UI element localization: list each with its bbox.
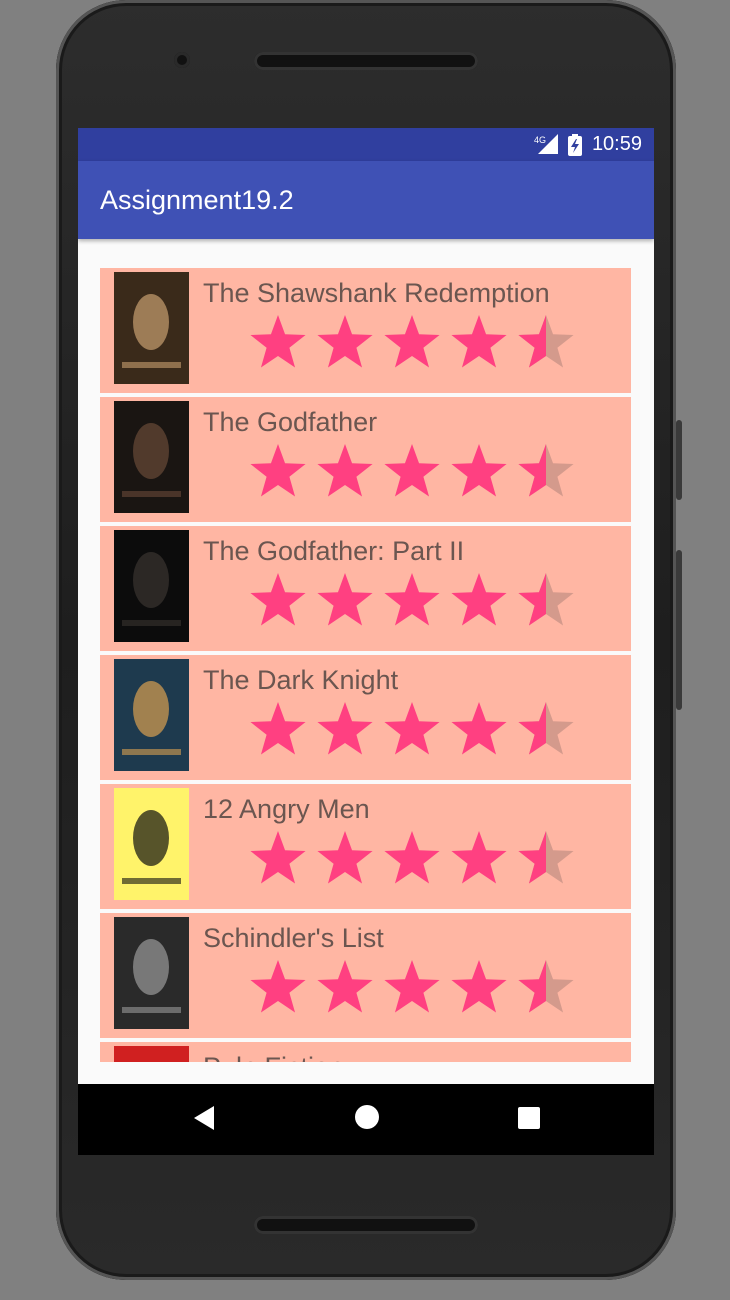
movie-title: The Shawshank Redemption xyxy=(203,278,550,308)
signal-icon: 4G xyxy=(534,134,558,159)
screen: 4G 10:59 Assignment19.2 The Shawshank Re… xyxy=(78,128,654,1155)
battery-icon xyxy=(568,134,582,161)
status-bar: 4G 10:59 xyxy=(78,128,654,161)
navigation-bar xyxy=(78,1084,654,1155)
star-icon xyxy=(451,444,507,497)
list-item[interactable]: Schindler's List xyxy=(100,913,631,1038)
list-item[interactable]: The Dark Knight xyxy=(100,655,631,780)
rating-bar[interactable] xyxy=(250,443,580,503)
star-icon xyxy=(384,960,440,1013)
app-title: Assignment19.2 xyxy=(100,185,294,215)
star-icon xyxy=(384,702,440,755)
bottom-speaker xyxy=(254,1216,478,1234)
rating-bar[interactable] xyxy=(250,701,580,761)
star-icon xyxy=(451,315,507,368)
star-icon xyxy=(250,960,306,1013)
star-icon xyxy=(250,444,306,497)
movie-title: The Godfather: Part II xyxy=(203,536,465,566)
star-icon xyxy=(384,831,440,884)
app-bar: Assignment19.2 xyxy=(78,161,654,239)
list-item[interactable]: The Shawshank Redemption xyxy=(100,268,631,393)
godfather-2-poster xyxy=(114,530,189,642)
movie-title: 12 Angry Men xyxy=(203,794,370,824)
rating-bar[interactable] xyxy=(250,572,580,632)
star-icon xyxy=(250,573,306,626)
movie-title: Pulp Fiction xyxy=(203,1052,344,1062)
star-icon xyxy=(317,444,373,497)
volume-button xyxy=(676,420,682,500)
star-icon xyxy=(250,702,306,755)
star-icon xyxy=(317,702,373,755)
movie-title: Schindler's List xyxy=(203,923,384,953)
star-icon xyxy=(317,315,373,368)
movie-title: The Godfather xyxy=(203,407,378,437)
movie-list[interactable]: The Shawshank Redemption The Godfather The… xyxy=(100,268,631,1062)
list-item[interactable]: 12 Angry Men xyxy=(100,784,631,909)
star-icon xyxy=(384,444,440,497)
recents-icon[interactable] xyxy=(517,1106,541,1135)
top-speaker xyxy=(254,52,478,70)
power-button xyxy=(676,550,682,710)
star-icon xyxy=(451,573,507,626)
star-icon xyxy=(384,573,440,626)
list-item[interactable]: Pulp Fiction xyxy=(100,1042,631,1062)
movie-title: The Dark Knight xyxy=(203,665,399,695)
star-icon xyxy=(451,702,507,755)
back-icon[interactable] xyxy=(192,1104,216,1137)
star-icon xyxy=(317,573,373,626)
star-icon xyxy=(451,831,507,884)
home-icon[interactable] xyxy=(353,1103,381,1136)
shawshank-poster xyxy=(114,272,189,384)
star-icon xyxy=(250,315,306,368)
star-icon xyxy=(384,315,440,368)
star-icon xyxy=(317,960,373,1013)
star-icon xyxy=(250,831,306,884)
godfather-poster xyxy=(114,401,189,513)
schindlers-list-poster xyxy=(114,917,189,1029)
dark-knight-poster xyxy=(114,659,189,771)
status-time: 10:59 xyxy=(591,133,642,155)
rating-bar[interactable] xyxy=(250,830,580,890)
12-angry-men-poster xyxy=(114,788,189,900)
star-icon xyxy=(451,960,507,1013)
list-item[interactable]: The Godfather xyxy=(100,397,631,522)
rating-bar[interactable] xyxy=(250,959,580,1019)
star-icon xyxy=(317,831,373,884)
rating-bar[interactable] xyxy=(250,314,580,374)
network-label: 4G xyxy=(534,135,546,145)
front-camera xyxy=(174,52,190,68)
pulp-fiction-poster xyxy=(114,1046,189,1062)
list-item[interactable]: The Godfather: Part II xyxy=(100,526,631,651)
